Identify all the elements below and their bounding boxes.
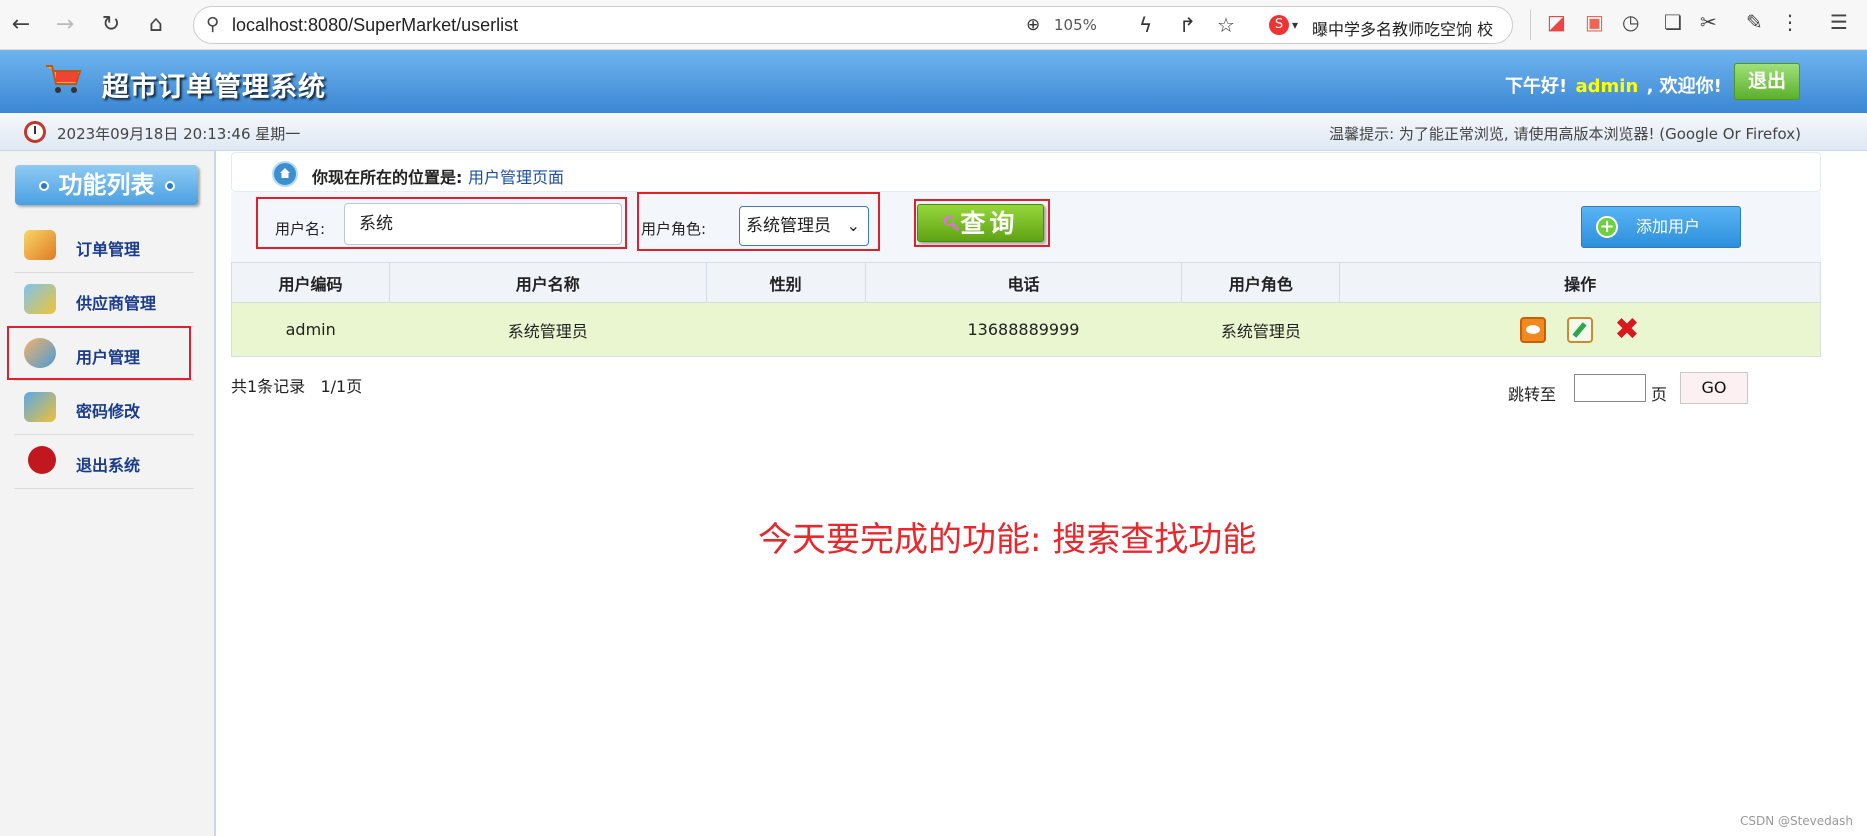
user-table: 用户编码 用户名称 性别 电话 用户角色 操作 admin 系统管理员 1368… <box>231 262 1821 357</box>
column-header: 性别 <box>705 262 866 303</box>
go-button[interactable]: GO <box>1680 372 1748 404</box>
breadcrumb-prefix: 你现在所在的位置是: <box>312 168 463 187</box>
delete-icon[interactable]: ✖ <box>1614 314 1640 344</box>
share-icon[interactable]: ↱ <box>1179 13 1196 37</box>
highlight-box-username <box>256 197 627 249</box>
news-ticker[interactable]: 曝中学多名教师吃空饷 校 <box>1312 16 1493 40</box>
browser-toolbar: ← → ↻ ⌂ ⚲ localhost:8080/SuperMarket/use… <box>0 0 1867 50</box>
edit-icon[interactable] <box>1566 316 1593 343</box>
sidebar-item-label: 密码修改 <box>76 402 141 421</box>
zoom-level[interactable]: 105% <box>1054 16 1097 34</box>
current-username: admin <box>1575 76 1639 97</box>
greeting: 下午好! admin , 欢迎你! <box>1505 72 1722 98</box>
screenshot-icon[interactable]: ✂ <box>1700 10 1717 34</box>
cell-actions: ✖ <box>1339 302 1821 357</box>
jump-label: 跳转至 <box>1508 385 1557 404</box>
annotation-text: 今天要完成的功能: 搜索查找功能 <box>758 520 1257 560</box>
watermark: CSDN @Stevedash <box>1739 814 1853 828</box>
cell-user-name: 系统管理员 <box>389 302 707 357</box>
sidebar-item-suppliers[interactable]: 供应商管理 <box>14 273 194 327</box>
clock-icon <box>24 121 46 143</box>
sidebar-item-label: 订单管理 <box>76 240 141 259</box>
logout-button[interactable]: 退出 <box>1734 63 1800 100</box>
view-icon[interactable] <box>1519 316 1546 343</box>
lightning-icon[interactable]: ϟ <box>1139 13 1152 37</box>
star-icon[interactable]: ☆ <box>1217 13 1235 37</box>
column-header: 操作 <box>1339 262 1821 303</box>
supplier-icon <box>24 284 56 314</box>
cell-role: 系统管理员 <box>1181 302 1340 357</box>
add-user-button[interactable]: + 添加用户 <box>1581 206 1741 248</box>
highlight-box-query <box>914 199 1050 247</box>
url-text[interactable]: localhost:8080/SuperMarket/userlist <box>232 15 518 36</box>
highlight-box-role <box>637 192 880 251</box>
page-label: 页 <box>1651 385 1668 404</box>
more-icon[interactable]: ⋮ <box>1780 10 1800 34</box>
app-title: 超市订单管理系统 <box>102 72 326 103</box>
cell-gender <box>706 302 866 357</box>
table-row: admin 系统管理员 13688889999 系统管理员 ✖ <box>231 302 1821 357</box>
add-user-label: 添加用户 <box>1636 217 1701 236</box>
sogou-icon[interactable]: S <box>1269 15 1289 35</box>
shopping-cart-icon <box>46 65 82 93</box>
column-header: 电话 <box>864 262 1183 303</box>
address-bar[interactable]: ⚲ localhost:8080/SuperMarket/userlist ⊕ … <box>193 6 1513 44</box>
search-icon: ⚲ <box>206 14 220 35</box>
breadcrumb-location[interactable]: 用户管理页面 <box>468 168 564 187</box>
chevron-down-icon[interactable]: ▾ <box>1292 18 1298 32</box>
browser-tip: 温馨提示: 为了能正常浏览, 请使用高版本浏览器! (Google Or Fir… <box>1329 125 1801 143</box>
sidebar: 功能列表 订单管理 供应商管理 用户管理 密码修改 退出系统 <box>0 151 216 836</box>
exit-icon <box>28 446 56 474</box>
zoom-icon[interactable]: ⊕ <box>1026 15 1040 35</box>
bullet-icon <box>38 181 49 191</box>
sidebar-item-label: 退出系统 <box>76 456 141 475</box>
home-icon[interactable]: ⌂ <box>141 10 171 40</box>
sidebar-item-label: 供应商管理 <box>76 294 157 313</box>
table-header-row: 用户编码 用户名称 性别 电话 用户角色 操作 <box>231 262 1821 303</box>
translate-icon[interactable]: ▣ <box>1585 10 1604 34</box>
password-icon <box>24 392 56 422</box>
sidebar-item-orders[interactable]: 订单管理 <box>14 219 194 273</box>
pager-summary: 共1条记录 1/1页 <box>231 377 363 396</box>
breadcrumb: 你现在所在的位置是: 用户管理页面 <box>231 152 1821 192</box>
reload-icon[interactable]: ↻ <box>96 10 126 40</box>
column-header: 用户角色 <box>1181 262 1341 303</box>
bullet-icon <box>164 181 175 191</box>
column-header: 用户名称 <box>388 262 707 303</box>
cell-phone: 13688889999 <box>865 302 1182 357</box>
greeting-prefix: 下午好! <box>1505 76 1568 97</box>
function-list-label: 功能列表 <box>58 171 155 199</box>
sidebar-item-exit[interactable]: 退出系统 <box>14 435 194 489</box>
highlight-box-users-menu <box>7 326 191 380</box>
info-bar: 2023年09月18日 20:13:46 星期一 温馨提示: 为了能正常浏览, … <box>0 113 1867 151</box>
back-icon[interactable]: ← <box>6 10 36 40</box>
home-location-icon <box>272 161 298 187</box>
menu-icon[interactable]: ☰ <box>1830 10 1848 34</box>
sign-icon[interactable]: ✎ <box>1746 10 1763 34</box>
function-list-title: 功能列表 <box>15 165 198 205</box>
pdf-icon[interactable]: ◪ <box>1547 10 1566 34</box>
current-datetime: 2023年09月18日 20:13:46 星期一 <box>57 125 301 143</box>
app-header: 超市订单管理系统 下午好! admin , 欢迎你! 退出 <box>0 50 1867 113</box>
sidebar-item-password[interactable]: 密码修改 <box>14 381 194 435</box>
forward-icon[interactable]: → <box>50 10 80 40</box>
greeting-suffix: , 欢迎你! <box>1646 76 1722 97</box>
breadcrumb-text: 你现在所在的位置是: 用户管理页面 <box>312 164 564 188</box>
order-icon <box>24 230 56 260</box>
reader-icon[interactable]: ❏ <box>1664 10 1682 34</box>
toolbar-divider <box>1530 10 1531 40</box>
history-icon[interactable]: ◷ <box>1622 10 1639 34</box>
cell-user-code: admin <box>231 302 390 357</box>
jump-page-input[interactable] <box>1574 374 1646 402</box>
column-header: 用户编码 <box>231 262 390 303</box>
plus-icon: + <box>1596 216 1618 238</box>
